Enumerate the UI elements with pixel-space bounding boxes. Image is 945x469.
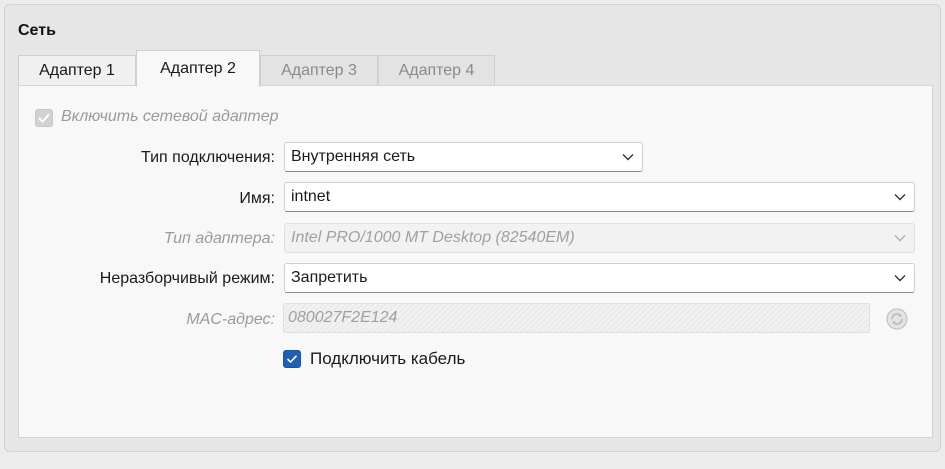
enable-adapter-checkbox[interactable] <box>35 109 53 127</box>
mac-label-wrap: MAC-адрес: <box>19 304 275 334</box>
name-label-wrap: Имя: <box>19 183 275 213</box>
chevron-down-icon <box>886 274 914 282</box>
attachment-type-value: Внутренняя сеть <box>291 148 416 165</box>
chevron-down-icon <box>886 234 914 242</box>
mac-address-label: MAC-адрес: <box>186 311 275 328</box>
generate-mac-button[interactable] <box>884 306 910 332</box>
tab-adapter-4[interactable]: Адаптер 4 <box>378 55 495 86</box>
promiscuous-mode-value: Запретить <box>291 269 368 286</box>
cable-connected-checkbox[interactable] <box>283 350 301 368</box>
enable-adapter-label: Включить сетевой адаптер <box>61 108 279 125</box>
cable-connected-label: Подключить кабель <box>310 349 466 368</box>
attachment-label-wrap: Тип подключения: <box>19 142 275 172</box>
network-name-value: intnet <box>291 188 331 205</box>
chevron-down-icon <box>614 153 642 161</box>
adapter-type-label-wrap: Тип адаптера: <box>19 223 275 253</box>
network-name-select[interactable]: intnet <box>284 182 915 212</box>
adapter-type-select[interactable]: Intel PRO/1000 MT Desktop (82540EM) <box>284 223 915 253</box>
name-label: Имя: <box>239 190 275 207</box>
adapter-settings-pane: Включить сетевой адаптер Тип подключения… <box>18 85 933 438</box>
attachment-type-label: Тип подключения: <box>141 149 275 166</box>
tab-adapter-3[interactable]: Адаптер 3 <box>260 55 378 86</box>
chevron-down-icon <box>886 193 914 201</box>
refresh-mac-icon <box>886 308 908 330</box>
checkmark-icon <box>286 355 298 364</box>
mac-address-field[interactable]: 080027F2E124 <box>283 303 870 333</box>
attachment-type-select[interactable]: Внутренняя сеть <box>284 142 643 172</box>
promiscuous-mode-label: Неразборчивый режим: <box>99 270 275 287</box>
promiscuous-mode-select[interactable]: Запретить <box>284 263 915 293</box>
tab-adapter-1[interactable]: Адаптер 1 <box>18 55 136 86</box>
adapter-type-value: Intel PRO/1000 MT Desktop (82540EM) <box>291 229 575 246</box>
tab-adapter-2[interactable]: Адаптер 2 <box>136 50 260 87</box>
section-title: Сеть <box>18 22 56 39</box>
promiscuous-label-wrap: Неразборчивый режим: <box>19 263 275 293</box>
checkmark-icon <box>38 113 50 123</box>
adapter-type-label: Тип адаптера: <box>163 230 275 247</box>
